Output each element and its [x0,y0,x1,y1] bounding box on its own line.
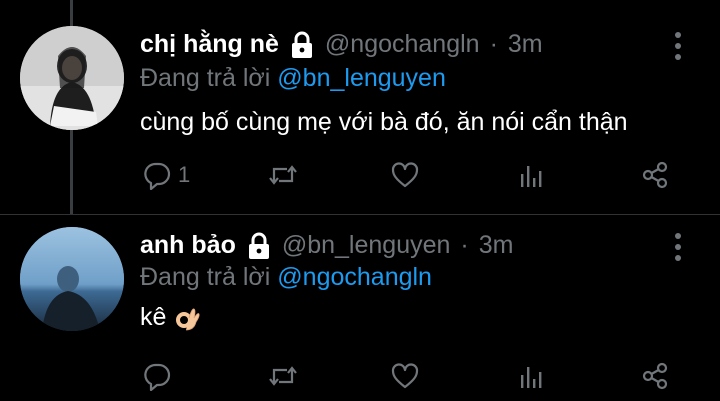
replying-to: Đang trả lời @bn_lenguyen [140,64,446,93]
replying-to: Đang trả lời @ngochangln [140,263,432,292]
tweet-text: cùng bố cùng mẹ với bà đó, ăn nói cẩn th… [140,108,628,136]
avatar-photo [20,227,124,331]
timestamp[interactable]: 3m [479,231,514,260]
mention-link[interactable]: @bn_lenguyen [277,64,446,92]
tweet-text-content: kê [140,303,167,331]
avatar[interactable] [20,26,124,130]
like-button[interactable] [390,160,420,190]
mention-link[interactable]: @ngochangln [277,263,432,291]
like-icon [391,162,419,188]
like-icon [391,363,419,389]
replying-to-label: Đang trả lời [140,263,271,291]
user-handle[interactable]: @ngochangln [325,30,480,59]
stats-button[interactable] [516,361,546,391]
ok-hand-emoji [174,304,202,332]
share-button[interactable] [640,160,670,190]
tweet[interactable]: anh bảo @bn_lenguyen · 3m Đang trả lời @… [0,214,720,401]
share-button[interactable] [640,361,670,391]
tweet-actions: 1 [0,160,720,190]
more-icon[interactable] [668,32,688,60]
tweet-text: kê [140,303,202,332]
retweet-button[interactable] [268,160,298,190]
avatar[interactable] [20,227,124,331]
reply-button[interactable] [142,361,178,391]
timestamp[interactable]: 3m [508,30,543,59]
retweet-icon [269,366,297,386]
display-name[interactable]: anh bảo [140,231,236,260]
avatar-photo [20,26,124,130]
lock-icon [246,232,272,260]
retweet-icon [269,165,297,185]
reply-icon [144,162,171,190]
share-icon [642,362,668,390]
display-name[interactable]: chị hằng nè [140,30,279,59]
like-button[interactable] [390,361,420,391]
retweet-button[interactable] [268,361,298,391]
more-icon[interactable] [668,233,688,261]
reply-count: 1 [178,162,191,187]
tweet-header: chị hằng nè @ngochangln · 3m [140,30,543,59]
tweet-header: anh bảo @bn_lenguyen · 3m [140,231,513,260]
reply-icon [144,363,171,391]
reply-button[interactable]: 1 [142,160,190,190]
tweet[interactable]: chị hằng nè @ngochangln · 3m Đang trả lờ… [0,0,720,214]
stats-button[interactable] [516,160,546,190]
stats-icon [521,367,542,388]
stats-icon [521,166,542,187]
time-separator: · [489,30,498,58]
lock-icon [289,31,315,59]
replying-to-label: Đang trả lời [140,64,271,92]
time-separator: · [460,231,469,259]
tweet-actions [0,361,720,391]
share-icon [642,161,668,189]
user-handle[interactable]: @bn_lenguyen [282,231,451,260]
